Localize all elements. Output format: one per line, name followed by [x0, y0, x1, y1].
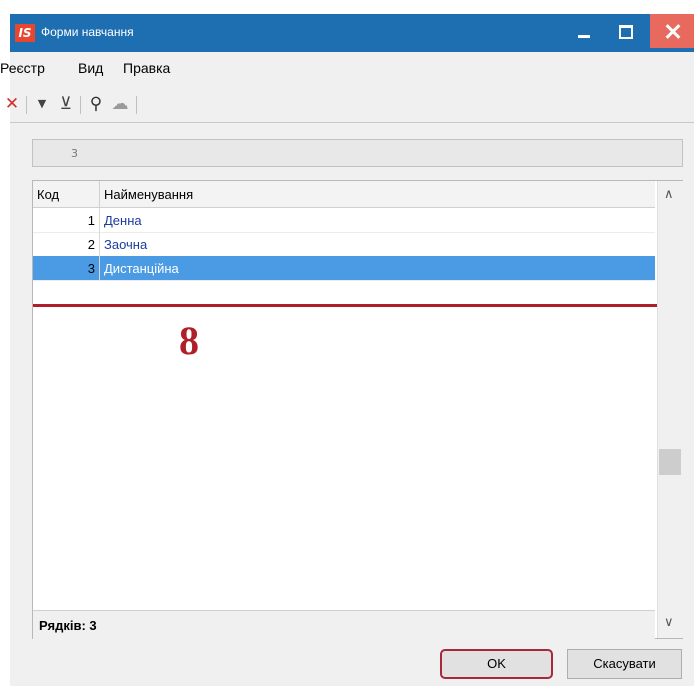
- clear-filter-icon[interactable]: ⊻: [56, 92, 76, 116]
- column-divider[interactable]: [99, 181, 100, 207]
- column-header-name[interactable]: Найменування: [104, 187, 193, 202]
- scroll-down-icon[interactable]: ∨: [664, 615, 674, 630]
- column-header-code[interactable]: Код: [37, 187, 59, 202]
- window-title: Форми навчання: [41, 25, 134, 39]
- filter-icon[interactable]: ▼: [32, 92, 52, 116]
- app-logo-icon: IS: [15, 24, 35, 42]
- ok-button[interactable]: OK: [440, 649, 553, 679]
- menu-edit[interactable]: Правка: [123, 60, 170, 76]
- search-input[interactable]: 3: [32, 139, 683, 167]
- delete-icon[interactable]: ✕: [2, 92, 22, 116]
- toolbar-separator: [26, 96, 27, 114]
- search-value: 3: [71, 147, 78, 160]
- cell-name: Дистанційна: [104, 261, 179, 276]
- step-annotation: 8: [179, 318, 199, 363]
- title-bar[interactable]: IS Форми навчання: [10, 14, 694, 52]
- table-row-selected[interactable]: 3 Дистанційна: [33, 256, 655, 281]
- minimize-button[interactable]: [564, 14, 604, 48]
- menu-registry[interactable]: Реєстр: [0, 60, 45, 76]
- dialog-window: IS Форми навчання Реєстр Вид Правка ✕ ▼ …: [0, 14, 694, 686]
- table-row[interactable]: 1 Денна: [33, 208, 655, 233]
- toolbar-separator: [136, 96, 137, 114]
- cell-divider: [99, 208, 100, 232]
- cell-code: 2: [87, 237, 95, 252]
- menu-view[interactable]: Вид: [78, 60, 103, 76]
- data-grid: Код Найменування 1 Денна 2 Заочна 3 Дист…: [32, 180, 683, 639]
- annotation-underline: [33, 304, 663, 307]
- toolbar-separator: [80, 96, 81, 114]
- cell-name: Денна: [104, 213, 142, 228]
- cell-code: 3: [87, 261, 95, 276]
- table-row[interactable]: 2 Заочна: [33, 232, 655, 257]
- cell-name: Заочна: [104, 237, 148, 252]
- close-button[interactable]: [650, 14, 694, 48]
- grid-header: Код Найменування: [33, 181, 655, 208]
- cell-divider: [99, 256, 100, 280]
- cancel-button[interactable]: Скасувати: [567, 649, 682, 679]
- search-icon[interactable]: ⚲: [86, 92, 106, 116]
- cell-divider: [99, 232, 100, 256]
- vertical-scrollbar[interactable]: ∧ ∨: [657, 181, 683, 638]
- mouse-icon[interactable]: ☁: [110, 92, 130, 116]
- scroll-up-icon[interactable]: ∧: [664, 187, 674, 202]
- grid-footer: Рядків: 3: [33, 610, 655, 639]
- row-count: Рядків: 3: [39, 618, 97, 633]
- toolbar: ✕ ▼ ⊻ ⚲ ☁: [5, 92, 694, 123]
- maximize-button[interactable]: [606, 14, 646, 48]
- scroll-thumb[interactable]: [659, 449, 681, 475]
- cell-code: 1: [87, 213, 95, 228]
